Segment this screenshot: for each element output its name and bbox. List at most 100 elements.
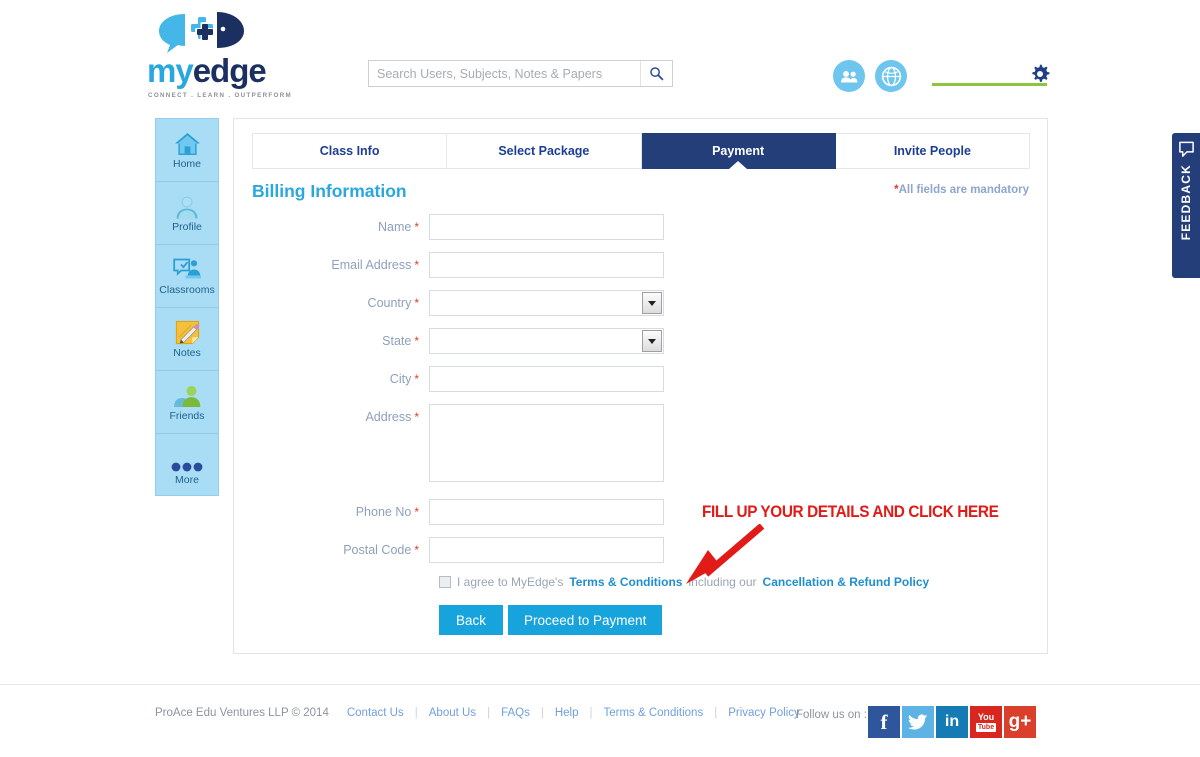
search-button[interactable] [640,61,672,86]
site-logo[interactable]: myedge CONNECT . LEARN . OUTPERFORM [145,10,295,100]
back-button[interactable]: Back [439,605,503,635]
label-text: Address [365,410,412,424]
label-text: City [389,372,412,386]
footer-link-contact-us[interactable]: Contact Us [347,707,404,719]
footer-link-faqs[interactable]: FAQs [501,707,530,719]
label-text: State [382,334,412,348]
footer-separator: | [540,707,544,719]
sidebar-item-label: Profile [172,221,202,233]
sidebar-item-friends[interactable]: Friends [156,371,218,434]
label-text: Phone No [355,505,412,519]
label-text: Email Address [331,258,412,272]
youtube-icon[interactable]: You Tube [970,706,1002,738]
terms-agreement-row: I agree to MyEdge's Terms & Conditions i… [439,575,1049,589]
user-icon [175,193,199,219]
more-dots-icon [169,446,205,472]
label-text: Name [377,220,412,234]
footer-link-about-us[interactable]: About Us [429,707,476,719]
speech-bubble-icon [1178,141,1194,157]
friends-button[interactable] [833,60,865,92]
form-row-name: Name * [234,214,1049,240]
label-text: Postal Code [343,543,412,557]
sidebar-item-label: More [175,473,199,486]
header-icon-group [833,60,907,92]
logo-text-my: my [147,52,194,89]
footer-link-privacy-policy[interactable]: Privacy Policy [728,707,800,719]
twitter-icon[interactable] [902,706,934,738]
sidebar-item-profile[interactable]: Profile [156,182,218,245]
logo-wordmark: myedge [147,52,267,89]
search-box[interactable] [368,60,673,87]
search-input[interactable] [369,61,640,86]
sidebar-item-more[interactable]: More [156,434,218,497]
label-name: Name * [234,214,429,240]
gear-icon[interactable] [1030,64,1050,84]
facebook-icon[interactable]: f [868,706,900,738]
follow-us-label: Follow us on : [796,709,867,721]
form-row-country: Country * [234,290,1049,316]
label-state: State * [234,328,429,354]
required-star: * [414,296,419,310]
label-country: Country * [234,290,429,316]
sidebar-item-classrooms[interactable]: Classrooms [156,245,218,308]
proceed-to-payment-button[interactable]: Proceed to Payment [508,605,663,635]
label-address: Address * [234,404,429,430]
tab-class-info[interactable]: Class Info [252,133,448,169]
label-phone-no: Phone No * [234,499,429,525]
chevron-down-icon[interactable] [642,330,662,352]
cancellation-refund-policy-link[interactable]: Cancellation & Refund Policy [763,575,930,589]
notifications-globe-button[interactable] [875,60,907,92]
notes-icon [175,319,200,345]
form-actions: Back Proceed to Payment [439,605,1049,635]
social-links: f in You Tube g+ [868,706,1036,738]
myedge-logo-mark [159,12,244,53]
agree-text-before: I agree to MyEdge's [457,575,564,589]
tab-payment[interactable]: Payment [641,133,836,169]
sidebar-item-label: Friends [169,410,205,422]
required-star: * [414,543,419,557]
friends-icon [173,382,201,408]
required-star: * [414,258,419,272]
googleplus-icon[interactable]: g+ [1004,706,1036,738]
postal-code-input[interactable] [429,537,664,563]
sidebar-item-label: Home [172,158,201,170]
active-tab-notch [729,161,748,169]
tab-label: Invite People [893,144,971,158]
required-star: * [414,505,419,519]
annotation-text: FILL UP YOUR DETAILS AND CLICK HERE [702,503,999,521]
agree-checkbox[interactable] [439,576,451,588]
tab-select-package[interactable]: Select Package [447,133,642,169]
sidebar-item-home[interactable]: Home [156,119,218,182]
required-star: * [414,372,419,386]
form-row-email: Email Address * [234,252,1049,278]
footer-link-help[interactable]: Help [555,707,579,719]
globe-icon [881,66,901,86]
footer-link-terms-conditions[interactable]: Terms & Conditions [603,707,703,719]
feedback-tab[interactable]: FEEDBACK [1172,133,1200,278]
copyright-text: ProAce Edu Ventures LLP © 2014 [155,707,329,719]
tab-label: Select Package [498,144,590,158]
content-panel: Class Info Select Package Payment Invite… [233,118,1048,654]
form-row-postal-code: Postal Code * [234,537,1049,563]
site-header: myedge CONNECT . LEARN . OUTPERFORM [0,0,1200,108]
tab-invite-people[interactable]: Invite People [835,133,1030,169]
logo-tagline: CONNECT . LEARN . OUTPERFORM [148,92,293,99]
label-text: Country [367,296,412,310]
label-city: City * [234,366,429,392]
logo-text-edge: edge [192,52,267,89]
phone-input[interactable] [429,499,664,525]
country-select[interactable] [429,290,664,316]
linkedin-icon[interactable]: in [936,706,968,738]
chevron-down-icon[interactable] [642,292,662,314]
city-input[interactable] [429,366,664,392]
state-select[interactable] [429,328,664,354]
address-textarea[interactable] [429,404,664,482]
page-root: myedge CONNECT . LEARN . OUTPERFORM Sear… [0,0,1200,757]
sidebar-item-label: Classrooms [159,284,215,296]
people-icon [840,70,857,83]
terms-and-conditions-link[interactable]: Terms & Conditions [569,575,682,589]
name-input[interactable] [429,214,664,240]
sidebar-item-notes[interactable]: Notes [156,308,218,371]
email-input[interactable] [429,252,664,278]
label-email-address: Email Address * [234,252,429,278]
